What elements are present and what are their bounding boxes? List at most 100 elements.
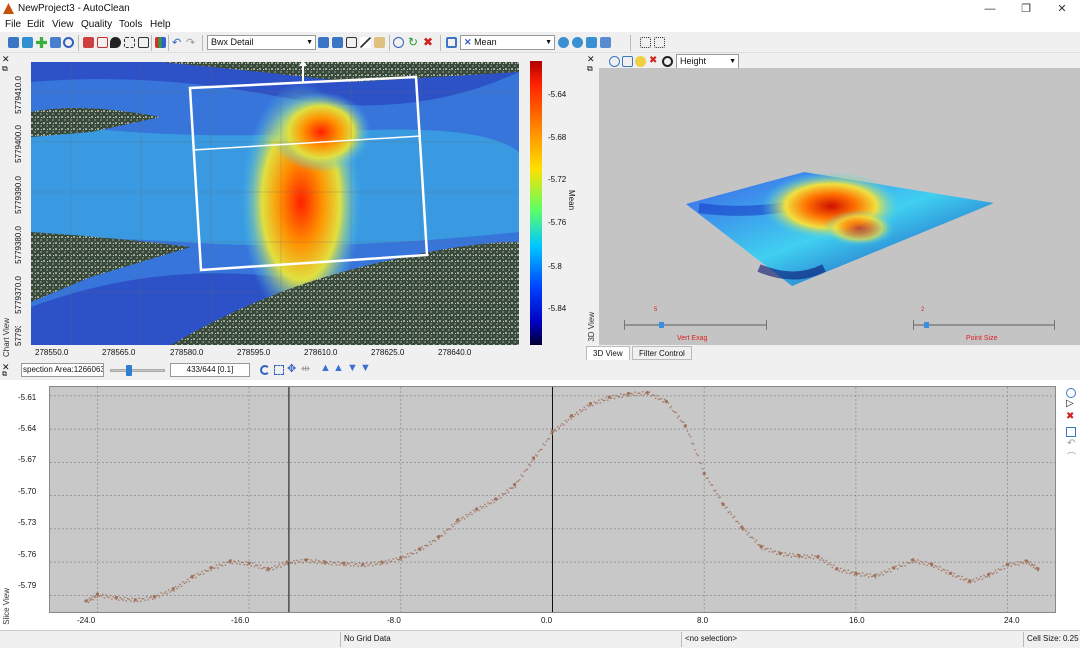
slice-x-tick: 0.0	[541, 616, 553, 625]
tab-filter-control[interactable]: Filter Control	[632, 346, 692, 360]
toolbar-separator	[151, 35, 152, 51]
zoom-icon[interactable]	[1066, 388, 1076, 398]
menu-help[interactable]: Help	[150, 19, 171, 30]
reload-icon[interactable]	[260, 365, 270, 375]
menu-edit[interactable]: Edit	[27, 19, 44, 30]
tab-3d-view-vertical[interactable]: 3D View	[587, 312, 596, 342]
chevron-down-icon: ▼	[545, 39, 552, 46]
zoom-icon[interactable]	[83, 37, 94, 48]
grid-select-icon[interactable]	[346, 37, 357, 48]
title-bar: NewProject3 - AutoClean — ❐ ✕	[0, 0, 1080, 18]
colorbar-tick: -5.68	[548, 133, 567, 142]
status-separator	[1023, 632, 1024, 647]
minimize-button[interactable]: —	[972, 0, 1008, 18]
point-size-thumb[interactable]	[924, 322, 929, 328]
export-icon[interactable]	[600, 37, 611, 48]
brush-icon[interactable]	[374, 37, 385, 48]
zoom-in-icon[interactable]	[609, 56, 620, 67]
slice-plot[interactable]	[49, 386, 1056, 613]
grid-icon[interactable]	[318, 37, 329, 48]
slice-y-tick: -5.73	[18, 518, 37, 527]
slice-toolbar: ✕ ⧉ spection Area:1266063 433/644 [0.1] …	[0, 362, 1080, 378]
pen-icon[interactable]	[360, 37, 371, 48]
recalculate-all-icon[interactable]	[572, 37, 583, 48]
panel-float-icon[interactable]: ⧉	[2, 371, 7, 379]
rotate-icon[interactable]	[662, 56, 673, 67]
box-select-icon[interactable]	[1066, 427, 1076, 437]
statistic-select[interactable]: ✕ Mean ▼	[460, 35, 555, 50]
tab-3d-view[interactable]: 3D View	[586, 346, 630, 360]
pointer-icon[interactable]: ▷	[1066, 398, 1074, 409]
reset-view-icon[interactable]	[622, 56, 633, 67]
bar-chart-icon[interactable]	[155, 37, 166, 48]
save-icon[interactable]	[22, 37, 33, 48]
dataset-select-value: Bwx Detail	[211, 37, 254, 47]
add-icon[interactable]	[36, 37, 47, 48]
up-fast-icon[interactable]: ▲	[333, 362, 344, 374]
globe-icon[interactable]	[63, 37, 74, 48]
fit-view-icon[interactable]	[274, 365, 284, 375]
slice-position-slider[interactable]	[110, 365, 165, 376]
select-region-icon[interactable]	[97, 37, 108, 48]
down-fast-icon[interactable]: ▼	[360, 362, 371, 374]
delete-icon[interactable]: ✖	[423, 35, 433, 49]
chevron-down-icon: ▼	[729, 58, 736, 65]
panel-float-icon[interactable]: ⧉	[587, 64, 593, 74]
statistic-select-value: Mean	[474, 37, 497, 47]
window-icon[interactable]	[446, 37, 457, 48]
main-toolbar: ↶ ↷ Bwx Detail ▼ ↻ ✖ ✕ Mean ▼	[0, 33, 1080, 53]
close-button[interactable]: ✕	[1044, 0, 1080, 18]
tab-chart-view[interactable]: Chart View	[2, 318, 11, 357]
up-icon[interactable]: ▲	[320, 362, 331, 374]
zoom-extent-icon[interactable]	[586, 37, 597, 48]
map-y-tick: 5779410.0	[14, 76, 23, 114]
redo-icon[interactable]: ↷	[186, 36, 195, 49]
vert-exag-thumb[interactable]	[659, 322, 664, 328]
undock-icon[interactable]	[654, 37, 665, 48]
grid-edit-icon[interactable]	[332, 37, 343, 48]
3d-viewport[interactable]	[599, 68, 1080, 345]
down-icon[interactable]: ▼	[347, 362, 358, 374]
crop-icon[interactable]	[138, 37, 149, 48]
clear-icon[interactable]: ✖	[649, 55, 657, 66]
filter-icon[interactable]	[393, 37, 404, 48]
resize-icon[interactable]: ⇹	[301, 362, 310, 375]
layer-icon[interactable]	[50, 37, 61, 48]
selection-box-icon[interactable]	[124, 37, 135, 48]
inspection-area-field[interactable]: spection Area:1266063	[21, 363, 104, 377]
undo-icon[interactable]: ↶	[172, 36, 181, 49]
menu-view[interactable]: View	[52, 19, 74, 30]
vert-exag-label: Vert Exag	[677, 335, 708, 342]
height-select[interactable]: Height ▼	[676, 54, 739, 69]
delete-points-icon[interactable]: ✖	[1066, 411, 1074, 422]
refresh-icon[interactable]: ↻	[408, 35, 418, 49]
panel-float-icon[interactable]: ⧉	[2, 64, 8, 74]
menu-tools[interactable]: Tools	[119, 19, 142, 30]
point-size-slider[interactable]	[913, 320, 1055, 330]
marker-icon[interactable]	[110, 37, 121, 48]
menu-quality[interactable]: Quality	[81, 19, 112, 30]
move-icon[interactable]: ✥	[287, 362, 296, 375]
slice-position-readout[interactable]: 433/644 [0.1]	[170, 363, 250, 377]
slice-x-tick: -16.0	[231, 616, 250, 625]
open-project-icon[interactable]	[8, 37, 19, 48]
slice-x-tick: -24.0	[77, 616, 96, 625]
map-x-tick: 278625.0	[371, 348, 405, 357]
survey-map[interactable]	[31, 62, 519, 345]
light-bulb-icon[interactable]	[635, 56, 646, 67]
window-title: NewProject3 - AutoClean	[18, 3, 130, 14]
menu-file[interactable]: File	[5, 19, 21, 30]
slice-x-tick: 8.0	[697, 616, 709, 625]
lasso-icon[interactable]: ⌒	[1067, 450, 1076, 463]
tab-slice-view[interactable]: Slice View	[2, 588, 11, 625]
dataset-select[interactable]: Bwx Detail ▼	[207, 35, 316, 50]
slice-x-tick: 16.0	[849, 616, 865, 625]
slice-y-tick: -5.76	[18, 550, 37, 559]
undo-icon[interactable]: ↶	[1067, 438, 1075, 449]
restore-button[interactable]: ❐	[1008, 0, 1044, 18]
menu-bar: File Edit View Quality Tools Help	[0, 18, 1080, 32]
dock-icon[interactable]	[640, 37, 651, 48]
slice-position-thumb[interactable]	[126, 365, 132, 376]
recalculate-icon[interactable]	[558, 37, 569, 48]
vert-exag-slider[interactable]	[624, 320, 767, 330]
